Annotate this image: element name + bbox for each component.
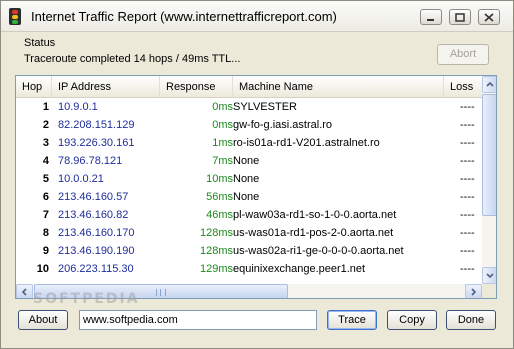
watermark-logo: SOFTPEDIA: [33, 291, 140, 307]
title-bar[interactable]: Internet Traffic Report (www.internettra…: [1, 1, 513, 32]
scroll-left-button[interactable]: [16, 284, 33, 298]
machine-name-cell: None: [233, 191, 260, 203]
done-button[interactable]: Done: [446, 310, 496, 330]
traceroute-list[interactable]: Hop IP Address Response Machine Name Los…: [15, 75, 497, 299]
chevron-up-icon: [486, 81, 494, 87]
scroll-down-button[interactable]: [482, 267, 496, 284]
app-window: Internet Traffic Report (www.internettra…: [0, 0, 514, 349]
status-legend: Status: [24, 37, 56, 49]
vertical-scrollbar[interactable]: [482, 76, 496, 284]
table-row[interactable]: 4 78.96.78.121 7ms None ----: [16, 152, 482, 170]
loss-cell: ----: [460, 119, 475, 131]
response-cell: 1ms: [212, 137, 233, 149]
table-row[interactable]: 6 213.46.160.57 56ms None ----: [16, 188, 482, 206]
list-rows: 1 10.9.0.1 0ms SYLVESTER ---- 2 82.208.1…: [16, 98, 482, 278]
loss-cell: ----: [460, 245, 475, 257]
status-text: Traceroute completed 14 hops / 49ms TTL.…: [24, 53, 241, 65]
hop-cell: 1: [42, 101, 49, 113]
response-cell: 128ms: [199, 227, 233, 239]
ip-cell: 10.9.0.1: [58, 101, 98, 113]
response-cell: 128ms: [199, 245, 233, 257]
machine-name-cell: us-was02a-ri1-ge-0-0-0-0.aorta.net: [233, 245, 404, 257]
abort-button[interactable]: Abort: [437, 44, 489, 65]
url-input[interactable]: [79, 310, 317, 330]
loss-cell: ----: [460, 209, 475, 221]
response-cell: 56ms: [206, 191, 233, 203]
response-cell: 10ms: [206, 173, 233, 185]
loss-cell: ----: [460, 155, 475, 167]
scrollbar-corner: [482, 284, 496, 298]
table-row[interactable]: 7 213.46.160.82 46ms pl-waw03a-rd1-so-1-…: [16, 206, 482, 224]
machine-name-cell: us-was01a-rd1-pos-2-0.aorta.net: [233, 227, 394, 239]
ip-cell: 206.223.115.30: [58, 263, 134, 275]
response-cell: 129ms: [199, 263, 233, 275]
minimize-button[interactable]: [420, 9, 442, 25]
response-cell: 0ms: [212, 101, 233, 113]
machine-name-cell: SYLVESTER: [233, 101, 297, 113]
loss-cell: ----: [460, 173, 475, 185]
loss-cell: ----: [460, 101, 475, 113]
machine-name-cell: None: [233, 155, 260, 167]
column-header-response[interactable]: Response: [160, 76, 233, 98]
ip-cell: 193.226.30.161: [58, 137, 135, 149]
loss-cell: ----: [460, 191, 475, 203]
close-icon: [484, 13, 494, 22]
maximize-button[interactable]: [449, 9, 471, 25]
window-title: Internet Traffic Report (www.internettra…: [31, 9, 337, 24]
column-header-ip[interactable]: IP Address: [52, 76, 160, 98]
ip-cell: 213.46.190.190: [58, 245, 135, 257]
ip-cell: 213.46.160.57: [58, 191, 129, 203]
hop-cell: 7: [42, 209, 49, 221]
hop-cell: 5: [42, 173, 49, 185]
chevron-right-icon: [471, 288, 477, 296]
chevron-left-icon: [21, 288, 27, 296]
column-header-hop[interactable]: Hop: [16, 76, 52, 98]
table-row[interactable]: 10 206.223.115.30 129ms equinixexchange.…: [16, 260, 482, 278]
traffic-light-icon: [9, 8, 21, 25]
table-row[interactable]: 9 213.46.190.190 128ms us-was02a-ri1-ge-…: [16, 242, 482, 260]
copy-button[interactable]: Copy: [387, 310, 437, 330]
hop-cell: 3: [42, 137, 49, 149]
machine-name-cell: ro-is01a-rd1-V201.astralnet.ro: [233, 137, 380, 149]
ip-cell: 213.46.160.170: [58, 227, 135, 239]
list-header: Hop IP Address Response Machine Name Los…: [16, 76, 496, 98]
loss-cell: ----: [460, 137, 475, 149]
ip-cell: 78.96.78.121: [58, 155, 123, 167]
chevron-down-icon: [486, 273, 494, 279]
hop-cell: 6: [42, 191, 49, 203]
ip-cell: 213.46.160.82: [58, 209, 129, 221]
machine-name-cell: pl-waw03a-rd1-so-1-0-0.aorta.net: [233, 209, 397, 221]
status-group: Status Traceroute completed 14 hops / 49…: [10, 37, 505, 70]
scroll-right-button[interactable]: [465, 284, 482, 298]
trace-button[interactable]: Trace: [327, 310, 377, 330]
table-row[interactable]: 3 193.226.30.161 1ms ro-is01a-rd1-V201.a…: [16, 134, 482, 152]
machine-name-cell: equinixexchange.peer1.net: [233, 263, 366, 275]
loss-cell: ----: [460, 227, 475, 239]
table-row[interactable]: 5 10.0.0.21 10ms None ----: [16, 170, 482, 188]
close-button[interactable]: [478, 9, 500, 25]
loss-cell: ----: [460, 263, 475, 275]
hop-cell: 10: [36, 263, 49, 275]
machine-name-cell: None: [233, 173, 260, 185]
ip-cell: 82.208.151.129: [58, 119, 135, 131]
hop-cell: 2: [42, 119, 49, 131]
response-cell: 46ms: [206, 209, 233, 221]
machine-name-cell: gw-fo-g.iasi.astral.ro: [233, 119, 333, 131]
column-header-machine-name[interactable]: Machine Name: [233, 76, 444, 98]
table-row[interactable]: 8 213.46.160.170 128ms us-was01a-rd1-pos…: [16, 224, 482, 242]
response-cell: 0ms: [212, 119, 233, 131]
hop-cell: 8: [42, 227, 49, 239]
about-button[interactable]: About: [18, 310, 68, 330]
minimize-icon: [427, 19, 434, 21]
scroll-up-button[interactable]: [482, 76, 496, 93]
grip-icon: [156, 289, 166, 296]
hop-cell: 9: [42, 245, 49, 257]
maximize-icon: [455, 13, 465, 22]
ip-cell: 10.0.0.21: [58, 173, 104, 185]
vertical-scroll-thumb[interactable]: [482, 94, 496, 216]
table-row[interactable]: 2 82.208.151.129 0ms gw-fo-g.iasi.astral…: [16, 116, 482, 134]
table-row[interactable]: 1 10.9.0.1 0ms SYLVESTER ----: [16, 98, 482, 116]
hop-cell: 4: [42, 155, 49, 167]
response-cell: 7ms: [212, 155, 233, 167]
